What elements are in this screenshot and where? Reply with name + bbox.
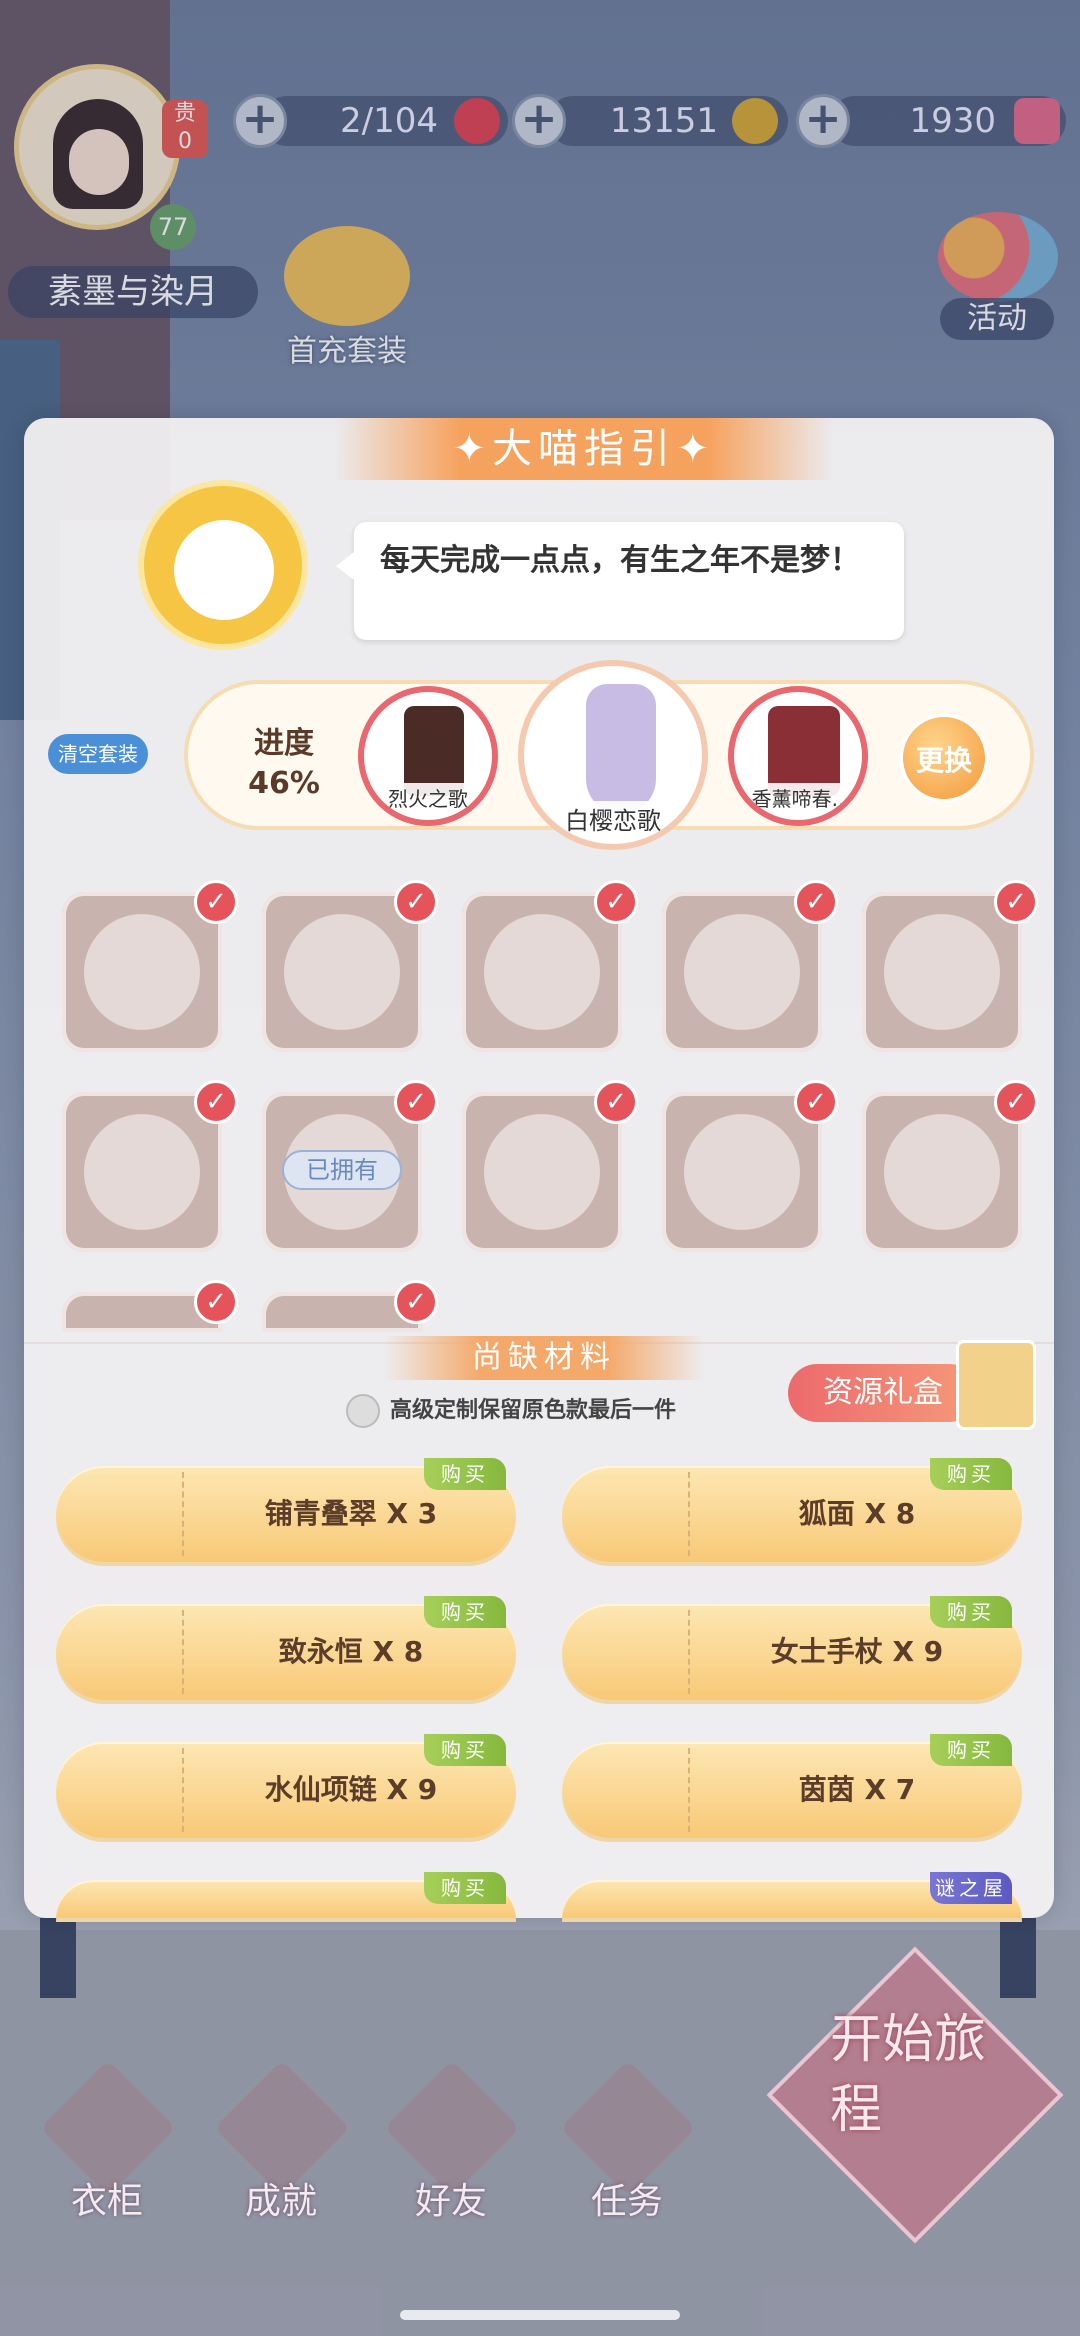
check-icon: ✓ xyxy=(194,1080,238,1124)
shoes-icon xyxy=(86,1484,146,1544)
item-handbag[interactable] xyxy=(462,1092,622,1252)
keep-original-checkbox[interactable] xyxy=(346,1394,380,1428)
nav-wardrobe[interactable]: 衣柜 xyxy=(40,2060,176,2230)
suit-option-2-selected[interactable]: 白樱恋歌 xyxy=(518,660,708,850)
shoes-icon xyxy=(684,914,800,1030)
check-icon: ✓ xyxy=(594,1080,638,1124)
resource-gift-button[interactable]: 资源礼盒 xyxy=(788,1364,978,1422)
gloves-icon xyxy=(592,1760,652,1820)
gift-box-icon xyxy=(956,1340,1036,1430)
cat-face-icon xyxy=(174,520,274,620)
item-petals[interactable] xyxy=(862,892,1022,1052)
material-item[interactable]: 狐面 X 8 购买 xyxy=(562,1458,1022,1562)
nav-friends-label: 好友 xyxy=(414,2181,487,2222)
nav-tasks[interactable]: 任务 xyxy=(560,2060,696,2230)
nav-achievement-label: 成就 xyxy=(244,2181,317,2222)
item-scarf[interactable] xyxy=(462,892,622,1052)
buy-tag[interactable]: 购买 xyxy=(424,1872,506,1904)
buy-tag[interactable]: 购买 xyxy=(930,1458,1012,1490)
necklace-icon xyxy=(86,1760,146,1820)
check-icon: ✓ xyxy=(794,1080,838,1124)
dress-icon xyxy=(284,914,400,1030)
check-icon: ✓ xyxy=(394,1080,438,1124)
petals-icon xyxy=(884,914,1000,1030)
suit-name: 白樱恋歌 xyxy=(524,801,702,836)
progress-value: 46% xyxy=(248,766,320,801)
nav-friends[interactable]: 好友 xyxy=(384,2060,520,2230)
material-item[interactable]: 致永恒 X 8 购买 xyxy=(56,1596,516,1700)
scarf-icon xyxy=(484,914,600,1030)
material-item-partial[interactable]: 谜之屋 xyxy=(562,1872,1022,1918)
material-item[interactable]: 女士手杖 X 9 购买 xyxy=(562,1596,1022,1700)
item-earrings[interactable]: 已拥有 xyxy=(262,1092,422,1252)
check-icon: ✓ xyxy=(194,1280,238,1324)
check-icon: ✓ xyxy=(594,880,638,924)
progress-label: 进度 xyxy=(254,726,314,761)
necklace-icon xyxy=(684,1114,800,1230)
swap-suit-button[interactable]: 更换 xyxy=(900,714,988,802)
guide-panel: ✦大喵指引✦ 每天完成一点点，有生之年不是梦！ 清空套装 进度 46% 烈火之歌… xyxy=(24,418,1054,1918)
fox-mask-icon xyxy=(592,1484,652,1544)
material-item-partial[interactable]: 购买 xyxy=(56,1872,516,1918)
check-icon: ✓ xyxy=(394,1280,438,1324)
buy-tag[interactable]: 购买 xyxy=(930,1596,1012,1628)
owned-tag: 已拥有 xyxy=(282,1150,402,1190)
suit-name: 烈火之歌 xyxy=(364,783,492,812)
suit-option-3[interactable]: 香薰啼春.. xyxy=(728,686,868,826)
speech-bubble: 每天完成一点点，有生之年不是梦！ xyxy=(336,522,904,640)
hair-icon xyxy=(84,914,200,1030)
buy-tag[interactable]: 购买 xyxy=(424,1596,506,1628)
handbag-icon xyxy=(484,1114,600,1230)
check-icon: ✓ xyxy=(794,880,838,924)
ring-icon xyxy=(86,1622,146,1682)
cane-icon xyxy=(592,1622,652,1682)
material-item[interactable]: 铺青叠翠 X 3 购买 xyxy=(56,1458,516,1562)
suit-option-1[interactable]: 烈火之歌 xyxy=(358,686,498,826)
item-necklace[interactable] xyxy=(662,1092,822,1252)
check-icon: ✓ xyxy=(994,880,1038,924)
material-item[interactable]: 茵茵 X 7 购买 xyxy=(562,1734,1022,1838)
check-icon: ✓ xyxy=(394,880,438,924)
nav-achievement[interactable]: 成就 xyxy=(214,2060,350,2230)
nav-wardrobe-label: 衣柜 xyxy=(70,2181,143,2222)
keep-original-label: 高级定制保留原色款最后一件 xyxy=(390,1398,677,1423)
item-shoes[interactable] xyxy=(662,892,822,1052)
item-dress[interactable] xyxy=(262,892,422,1052)
suit-image xyxy=(586,684,656,814)
item-flower-brooch[interactable] xyxy=(62,1092,222,1252)
item-hair[interactable] xyxy=(62,892,222,1052)
cat-mascot-avatar xyxy=(138,480,308,650)
clear-suit-button[interactable]: 清空套装 xyxy=(48,734,148,774)
tassel-icon xyxy=(884,1114,1000,1230)
buy-tag[interactable]: 购买 xyxy=(424,1458,506,1490)
flower-icon xyxy=(84,1114,200,1230)
materials-title: 尚缺材料 xyxy=(384,1336,704,1380)
item-tassels[interactable] xyxy=(862,1092,1022,1252)
check-icon: ✓ xyxy=(194,880,238,924)
buy-tag[interactable]: 购买 xyxy=(930,1734,1012,1766)
check-icon: ✓ xyxy=(994,1080,1038,1124)
home-indicator[interactable] xyxy=(400,2310,680,2320)
mystery-house-tag[interactable]: 谜之屋 xyxy=(930,1872,1012,1904)
buy-tag[interactable]: 购买 xyxy=(424,1734,506,1766)
suit-name: 香薰啼春.. xyxy=(734,783,862,812)
start-journey-label: 开始旅程 xyxy=(830,2010,987,2140)
panel-title: ✦大喵指引✦ xyxy=(334,418,834,480)
material-item[interactable]: 水仙项链 X 9 购买 xyxy=(56,1734,516,1838)
nav-tasks-label: 任务 xyxy=(590,2181,663,2222)
